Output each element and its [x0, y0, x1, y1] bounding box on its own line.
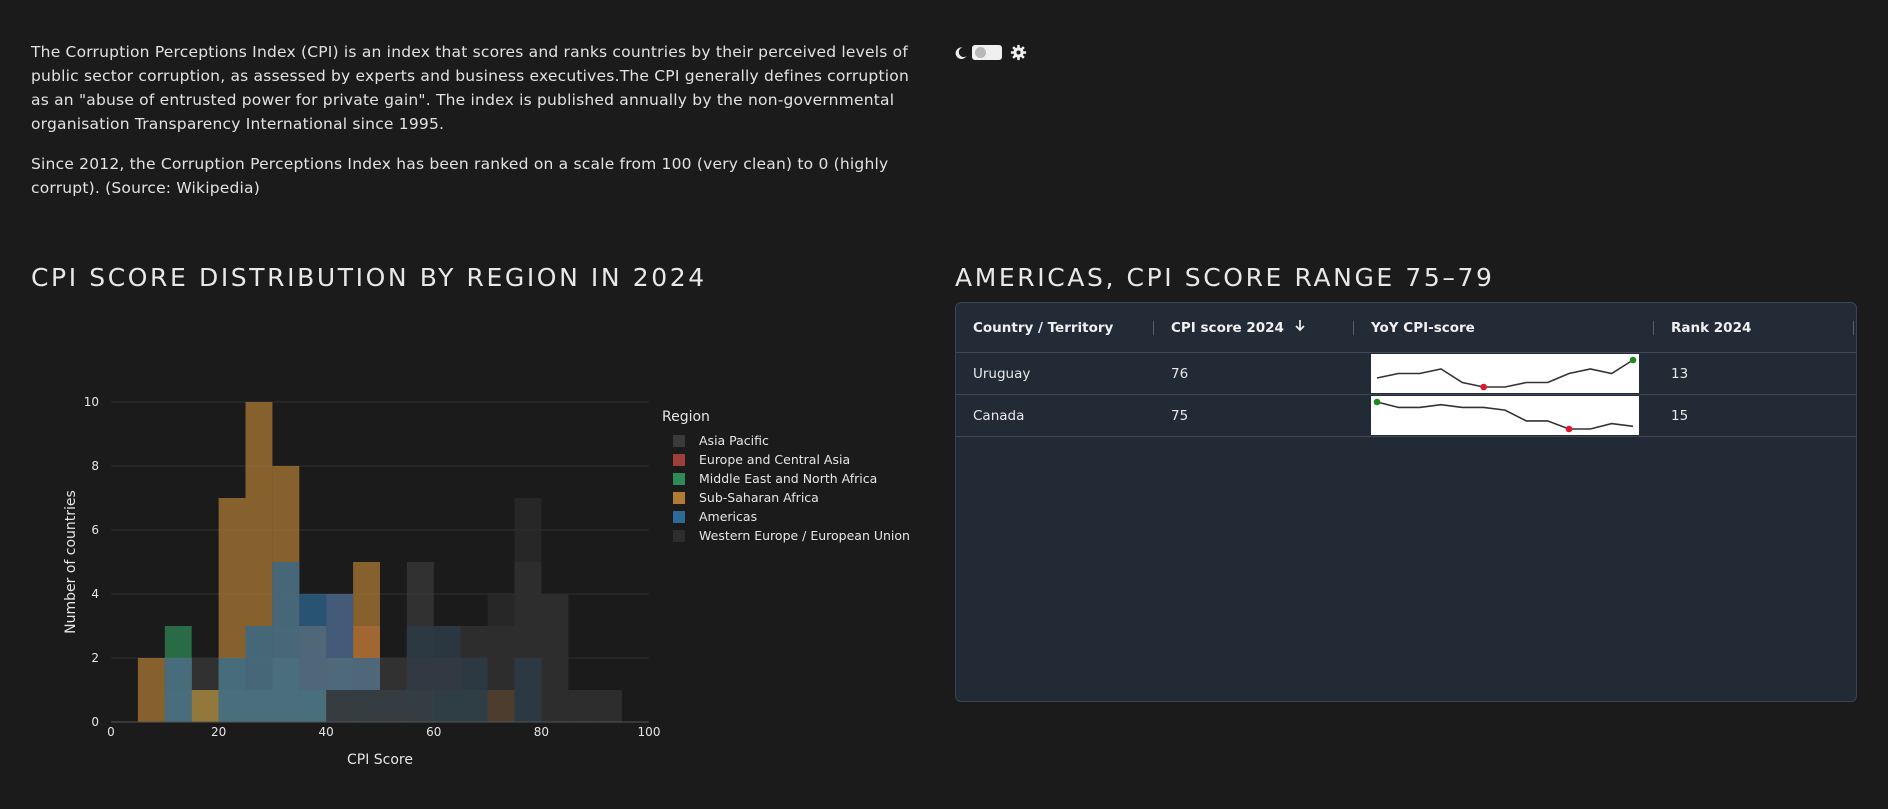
y-tick-label: 2	[91, 651, 99, 665]
x-tick-label: 20	[211, 725, 226, 739]
legend-swatch	[673, 454, 685, 466]
y-tick-label: 4	[91, 587, 99, 601]
histogram-bar	[514, 498, 542, 722]
histogram-bar	[595, 690, 623, 722]
histogram-bar	[433, 626, 461, 722]
table-header: Country / Territory CPI score 2024 YoY C…	[956, 303, 1856, 353]
chart-section-title: CPI SCORE DISTRIBUTION BY REGION IN 2024	[31, 263, 707, 292]
legend-swatch	[673, 511, 685, 523]
y-tick-label: 6	[91, 523, 99, 537]
intro-text: The Corruption Perceptions Index (CPI) i…	[31, 40, 916, 216]
cell-score: 75	[1171, 407, 1189, 424]
cell-score: 76	[1171, 365, 1189, 382]
histogram-bar	[164, 658, 192, 722]
sparkline	[1371, 396, 1639, 435]
min-point	[1480, 383, 1487, 391]
legend-item: Western Europe / European Union	[699, 528, 910, 543]
x-tick-label: 0	[107, 725, 115, 739]
sparkline-path	[1376, 359, 1634, 388]
histogram-bar	[487, 594, 515, 722]
cell-rank: 15	[1671, 407, 1689, 424]
column-header-country[interactable]: Country / Territory	[956, 303, 1154, 352]
legend-item: Sub-Saharan Africa	[699, 490, 819, 505]
histogram-bar	[460, 626, 488, 722]
column-header-score[interactable]: CPI score 2024	[1154, 303, 1354, 352]
histogram-bar	[568, 690, 596, 722]
country-table: Country / Territory CPI score 2024 YoY C…	[955, 302, 1857, 702]
x-axis-label: CPI Score	[347, 752, 413, 768]
legend-item: Americas	[699, 509, 757, 524]
legend-swatch	[673, 435, 685, 447]
table-section-title: AMERICAS, CPI SCORE RANGE 75–79	[955, 263, 1495, 292]
x-tick-label: 80	[534, 725, 549, 739]
theme-toggle[interactable]	[954, 44, 1027, 61]
sparkline	[1371, 354, 1639, 393]
min-point	[1565, 425, 1573, 433]
cell-country: Uruguay	[973, 365, 1031, 382]
sparkline-path	[1376, 401, 1634, 430]
x-tick-label: 60	[426, 725, 441, 739]
table-row[interactable]: Canada 75 15	[956, 395, 1856, 437]
column-header-rank[interactable]: Rank 2024	[1654, 303, 1854, 352]
x-tick-label: 100	[638, 725, 661, 739]
legend-item: Asia Pacific	[699, 433, 769, 448]
moon-icon	[955, 46, 967, 59]
intro-paragraph-2: Since 2012, the Corruption Perceptions I…	[31, 155, 889, 197]
legend-item: Europe and Central Asia	[699, 452, 850, 467]
histogram-bar	[353, 690, 380, 722]
max-point	[1629, 356, 1637, 364]
histogram-bar	[272, 562, 300, 722]
cell-rank: 13	[1671, 365, 1689, 382]
column-header-yoy[interactable]: YoY CPI-score	[1354, 303, 1654, 352]
gear-icon	[1010, 44, 1027, 61]
theme-switch[interactable]	[972, 45, 1002, 60]
arrow-down-icon[interactable]	[1294, 319, 1306, 336]
cell-country: Canada	[973, 407, 1025, 424]
histogram-bar	[191, 690, 219, 722]
y-tick-label: 10	[84, 395, 99, 409]
legend-swatch	[673, 530, 685, 542]
legend-swatch	[673, 473, 685, 485]
max-point	[1373, 398, 1381, 406]
histogram-bar	[245, 626, 273, 722]
cpi-histogram[interactable]: 02468100 20 40 60 80 100CPI ScoreNumber of co…	[0, 300, 930, 780]
histogram-bar	[406, 626, 434, 722]
histogram-bar	[299, 594, 327, 722]
intro-paragraph-1: The Corruption Perceptions Index (CPI) i…	[31, 43, 909, 133]
histogram-bar	[218, 658, 246, 722]
x-tick-label: 40	[319, 725, 334, 739]
table-row[interactable]: Uruguay 76 13	[956, 353, 1856, 395]
y-tick-label: 0	[91, 715, 99, 729]
y-tick-label: 8	[91, 459, 99, 473]
cell-yoy	[1354, 395, 1654, 436]
histogram-bar	[326, 690, 354, 722]
legend-item: Middle East and North Africa	[699, 471, 877, 486]
legend-title: Region	[662, 409, 710, 425]
y-axis-label: Number of countries	[63, 490, 79, 634]
histogram-bar	[541, 594, 569, 722]
switch-knob	[975, 47, 986, 58]
histogram-bar	[137, 658, 165, 722]
cell-yoy	[1354, 353, 1654, 394]
histogram-bar	[380, 690, 407, 722]
legend-swatch	[673, 492, 685, 504]
